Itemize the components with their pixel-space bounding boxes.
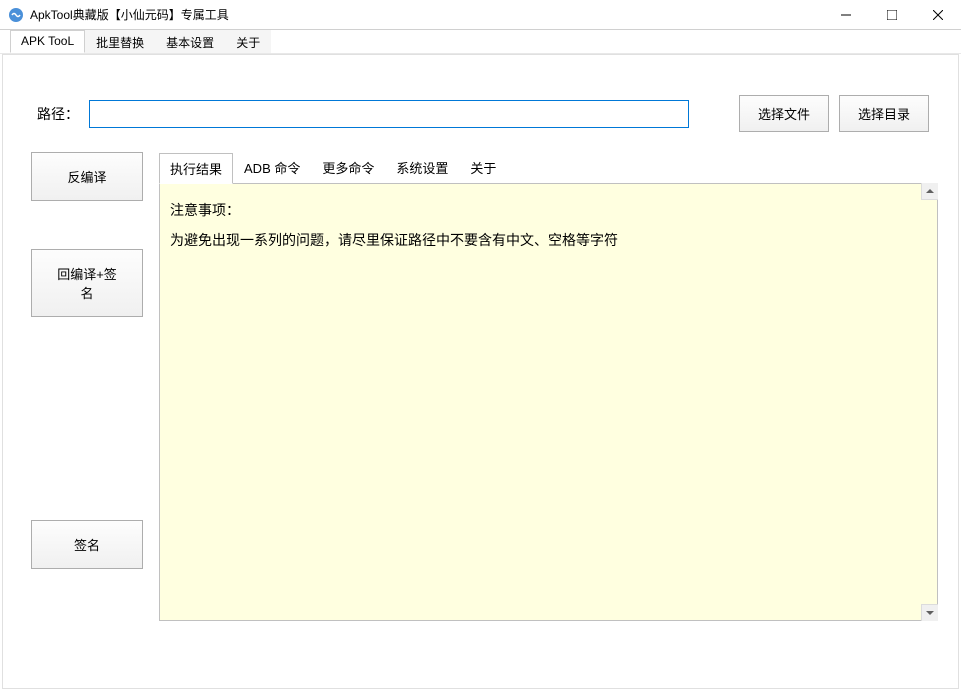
- select-dir-button[interactable]: 选择目录: [839, 95, 929, 132]
- main-tabs: APK TooL 批里替换 基本设置 关于: [0, 30, 961, 54]
- decompile-button[interactable]: 反编译: [31, 152, 143, 201]
- tab-execute-result[interactable]: 执行结果: [159, 153, 233, 184]
- result-area: 注意事项： 为避免出现一系列的问题，请尽里保证路径中不要含有中文、空格等字符: [159, 183, 938, 621]
- result-line-2: 为避免出现一系列的问题，请尽里保证路径中不要含有中文、空格等字符: [170, 226, 927, 254]
- tab-apk-tool[interactable]: APK TooL: [10, 30, 85, 53]
- chevron-up-icon: [926, 189, 934, 193]
- tab-inner-about[interactable]: 关于: [459, 152, 507, 183]
- tab-adb-commands[interactable]: ADB 命令: [233, 152, 311, 183]
- path-row: 路径： 选择文件 选择目录: [23, 95, 938, 132]
- tab-about[interactable]: 关于: [225, 30, 271, 53]
- path-label: 路径：: [37, 104, 79, 124]
- scroll-up-button[interactable]: [921, 183, 938, 200]
- tab-batch-replace[interactable]: 批里替换: [85, 30, 155, 53]
- titlebar: ApkTool典藏版【小仙元码】专属工具: [0, 0, 961, 30]
- sign-button[interactable]: 签名: [31, 520, 143, 569]
- app-icon: [8, 7, 24, 23]
- path-input[interactable]: [89, 100, 689, 128]
- tab-more-commands[interactable]: 更多命令: [311, 152, 385, 183]
- window-controls: [823, 0, 961, 30]
- minimize-button[interactable]: [823, 0, 869, 30]
- window-title: ApkTool典藏版【小仙元码】专属工具: [30, 6, 823, 23]
- tab-basic-settings[interactable]: 基本设置: [155, 30, 225, 53]
- select-file-button[interactable]: 选择文件: [739, 95, 829, 132]
- maximize-button[interactable]: [869, 0, 915, 30]
- recompile-sign-button[interactable]: 回编译+签名: [31, 249, 143, 317]
- tab-system-settings[interactable]: 系统设置: [385, 152, 459, 183]
- inner-tabs: 执行结果 ADB 命令 更多命令 系统设置 关于: [159, 152, 938, 183]
- main-content: 反编译 回编译+签名 签名 执行结果 ADB 命令 更多命令 系统设置 关于 注…: [23, 152, 938, 621]
- result-line-1: 注意事项：: [170, 196, 927, 224]
- left-panel: 反编译 回编译+签名 签名: [31, 152, 143, 621]
- chevron-down-icon: [926, 611, 934, 615]
- close-button[interactable]: [915, 0, 961, 30]
- content-area: 路径： 选择文件 选择目录 反编译 回编译+签名 签名 执行结果 ADB 命令 …: [2, 54, 959, 689]
- right-panel: 执行结果 ADB 命令 更多命令 系统设置 关于 注意事项： 为避免出现一系列的…: [159, 152, 938, 621]
- scroll-down-button[interactable]: [921, 604, 938, 621]
